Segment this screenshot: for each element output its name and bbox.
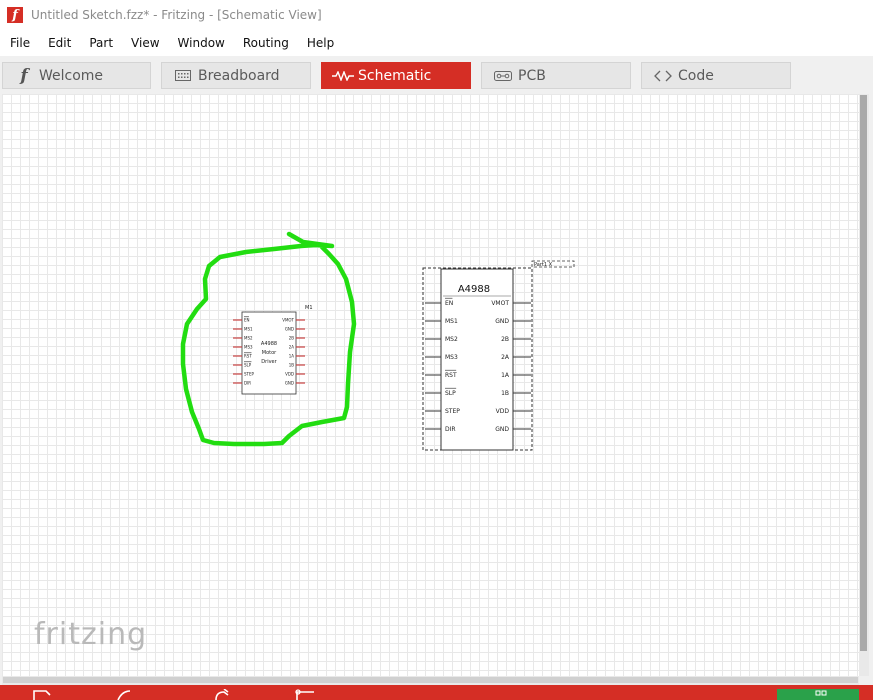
- tab-breadboard-label: Breadboard: [198, 67, 280, 84]
- pin-right-3[interactable]: 2A: [289, 344, 305, 349]
- pin-right-7-label: GND: [495, 426, 509, 433]
- schematic-canvas[interactable]: M1 EN MS1 MS2 MS3 RST SLP STEP DIR VMOT GND 2B 2A 1…: [2, 94, 859, 676]
- tab-schematic-label: Schematic: [358, 67, 432, 84]
- horizontal-scrollbar-thumb[interactable]: [3, 677, 858, 683]
- pin-right-1-label: GND: [285, 326, 294, 331]
- pin-right-5[interactable]: 1B: [289, 362, 305, 367]
- fritzing-app-icon: f: [7, 7, 23, 23]
- fritzing-f-icon: f: [20, 65, 28, 86]
- menu-part[interactable]: Part: [79, 36, 121, 50]
- pin-right-2[interactable]: 2B: [289, 335, 305, 340]
- pin-right-3[interactable]: 2A: [501, 354, 531, 361]
- pin-right-5[interactable]: 1B: [501, 390, 531, 397]
- pin-left-2-label: MS2: [244, 335, 253, 340]
- pin-left-5-label: SLP: [445, 390, 456, 397]
- routing-status-button[interactable]: [777, 689, 859, 700]
- pin-left-2-label: MS2: [445, 336, 458, 343]
- pin-left-1-label: MS1: [445, 318, 458, 325]
- flip-icon[interactable]: [294, 689, 318, 700]
- pin-right-3-label: 2A: [501, 354, 510, 361]
- pin-left-6-label: STEP: [445, 408, 460, 415]
- resistor-icon: [332, 70, 354, 81]
- small-part-title-line-3: Driver: [261, 359, 277, 365]
- tab-schematic[interactable]: Schematic: [321, 62, 471, 89]
- menu-bar: File Edit Part View Window Routing Help: [0, 30, 873, 56]
- pin-right-0[interactable]: VMOT: [282, 317, 305, 322]
- pin-right-4[interactable]: 1A: [501, 372, 531, 379]
- vertical-scrollbar[interactable]: [859, 94, 869, 676]
- menu-file[interactable]: File: [0, 36, 38, 50]
- tab-pcb-label: PCB: [518, 67, 546, 84]
- code-brackets-icon: [652, 70, 674, 82]
- menu-routing[interactable]: Routing: [233, 36, 297, 50]
- pin-right-5-label: 1B: [501, 390, 509, 397]
- pin-left-0[interactable]: EN: [425, 297, 453, 307]
- pin-right-7-label: GND: [285, 380, 294, 385]
- pin-right-2-label: 2B: [501, 336, 509, 343]
- menu-window[interactable]: Window: [168, 36, 233, 50]
- pin-right-4-label: 1A: [289, 353, 295, 358]
- pin-right-4[interactable]: 1A: [289, 353, 305, 358]
- pin-left-4-label: RST: [244, 353, 252, 358]
- pin-left-3-label: MS3: [244, 344, 253, 349]
- breadboard-icon: [172, 70, 194, 81]
- tab-code-label: Code: [678, 67, 714, 84]
- pin-right-4-label: 1A: [501, 372, 510, 379]
- window-title: Untitled Sketch.fzz* - Fritzing - [Schem…: [31, 8, 322, 22]
- pin-right-5-label: 1B: [289, 362, 295, 367]
- pin-left-3-label: MS3: [445, 354, 458, 361]
- rotate-icon[interactable]: [212, 689, 232, 700]
- horizontal-scrollbar[interactable]: [2, 676, 859, 685]
- tab-breadboard[interactable]: Breadboard: [161, 62, 311, 89]
- pin-right-2-label: 2B: [289, 335, 295, 340]
- large-part-ref: Part1 X: [534, 262, 553, 268]
- tab-welcome[interactable]: f Welcome: [2, 62, 151, 89]
- pin-right-0-label: VMOT: [282, 317, 294, 322]
- grid-status-icon: [815, 690, 827, 696]
- pin-right-0-label: VMOT: [491, 300, 509, 307]
- pin-left-7[interactable]: DIR: [425, 426, 456, 433]
- pin-left-5-label: SLP: [244, 362, 252, 367]
- pcb-icon: [492, 70, 514, 81]
- tab-code[interactable]: Code: [641, 62, 791, 89]
- pin-right-3-label: 2A: [289, 344, 295, 349]
- small-part-ref: M1: [305, 305, 313, 311]
- pin-right-2[interactable]: 2B: [501, 336, 531, 343]
- bottom-toolbar: [0, 685, 873, 700]
- pin-left-6-label: STEP: [244, 371, 255, 376]
- large-part-a4988[interactable]: Part1 X A4988 EN MS1 MS2 MS3 RST SLP STEP DIR V…: [422, 260, 575, 451]
- pin-left-1-label: MS1: [244, 326, 253, 331]
- pin-left-7-label: DIR: [445, 426, 456, 433]
- add-note-icon[interactable]: [116, 689, 136, 700]
- menu-view[interactable]: View: [121, 36, 167, 50]
- pin-right-6-label: VDD: [285, 371, 294, 376]
- pin-left-4-label: RST: [445, 372, 457, 379]
- tab-pcb[interactable]: PCB: [481, 62, 631, 89]
- menu-help[interactable]: Help: [297, 36, 342, 50]
- view-tab-bar: f Welcome Breadboard Schematic PCB Code: [0, 57, 873, 93]
- pin-right-1-label: GND: [495, 318, 509, 325]
- pin-left-0[interactable]: EN: [233, 316, 250, 323]
- small-part-title-line-2: Motor: [262, 350, 277, 356]
- tab-welcome-label: Welcome: [39, 67, 104, 84]
- menu-edit[interactable]: Edit: [38, 36, 79, 50]
- pin-left-7-label: DIR: [244, 380, 251, 385]
- large-part-title: A4988: [458, 284, 490, 295]
- title-bar: f Untitled Sketch.fzz* - Fritzing - [Sch…: [0, 0, 873, 30]
- pin-left-0-label: EN: [244, 317, 250, 322]
- pin-left-0-label: EN: [445, 300, 453, 307]
- share-icon[interactable]: [32, 689, 52, 700]
- vertical-scrollbar-thumb[interactable]: [860, 95, 867, 651]
- pin-left-6[interactable]: STEP: [233, 371, 255, 376]
- small-part-title-line-1: A4988: [261, 341, 277, 347]
- small-part-a4988[interactable]: M1 EN MS1 MS2 MS3 RST SLP STEP DIR VMOT GND 2B 2A 1…: [233, 305, 313, 395]
- pin-right-6-label: VDD: [496, 408, 510, 415]
